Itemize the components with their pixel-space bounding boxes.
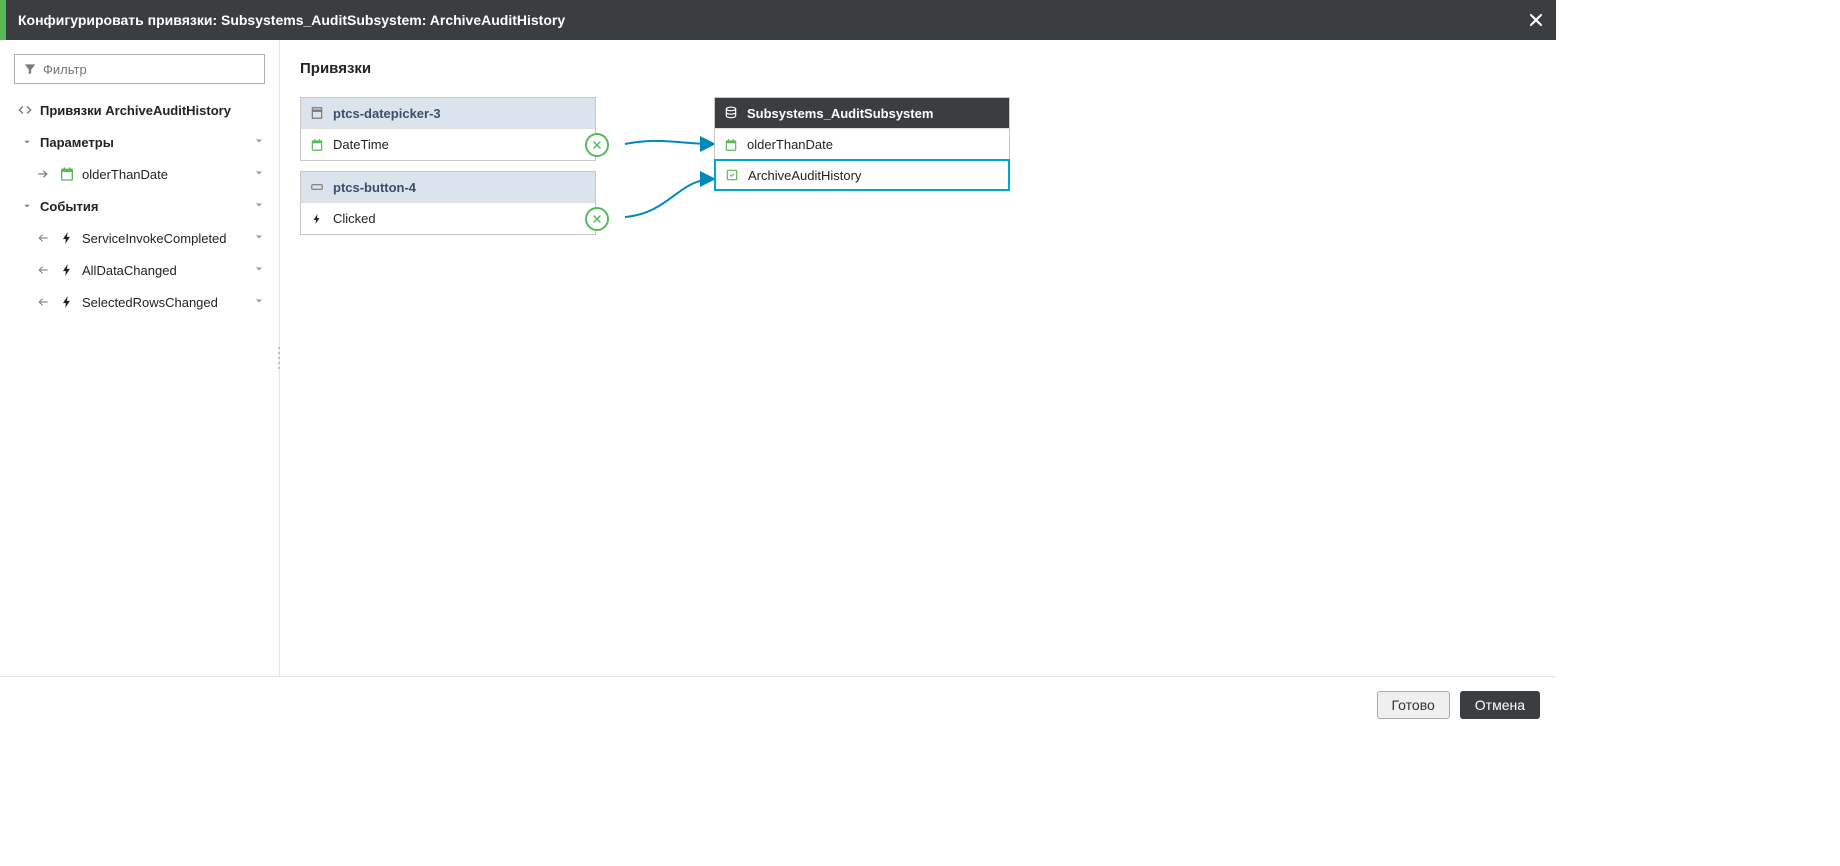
lightning-icon <box>58 231 76 245</box>
node-header[interactable]: ptcs-datepicker-3 <box>301 98 595 128</box>
section-events-label: События <box>40 199 247 214</box>
node-title: ptcs-datepicker-3 <box>333 106 441 121</box>
caret-icon[interactable] <box>253 167 269 182</box>
tree-section-events[interactable]: События <box>0 190 279 222</box>
node-button[interactable]: ptcs-button-4 Clicked <box>300 171 596 235</box>
button-icon <box>309 179 325 195</box>
bindings-tree: Привязки ArchiveAuditHistory Параметры o… <box>0 94 279 318</box>
tree-section-params[interactable]: Параметры <box>0 126 279 158</box>
tree-item-selectedrowschanged[interactable]: SelectedRowsChanged <box>0 286 279 318</box>
lightning-icon <box>58 263 76 277</box>
port-datetime[interactable]: DateTime <box>301 128 595 160</box>
tree-root[interactable]: Привязки ArchiveAuditHistory <box>0 94 279 126</box>
dialog-footer: Готово Отмена <box>0 677 1556 733</box>
port-olderthandate[interactable]: olderThanDate <box>715 128 1009 160</box>
remove-binding-button[interactable] <box>585 133 609 157</box>
arrow-left-icon <box>34 231 52 245</box>
canvas-title: Привязки <box>300 60 1536 77</box>
node-datepicker[interactable]: ptcs-datepicker-3 DateTime <box>300 97 596 161</box>
caret-icon[interactable] <box>253 231 269 246</box>
calendar-icon <box>58 166 76 182</box>
arrow-left-icon <box>34 295 52 309</box>
canvas: Привязки pt <box>280 40 1556 676</box>
tree-root-label: Привязки ArchiveAuditHistory <box>40 103 269 118</box>
param-label: olderThanDate <box>82 167 247 182</box>
diagram: ptcs-datepicker-3 DateTime ptcs-butto <box>300 97 1100 357</box>
port-label: olderThanDate <box>747 137 833 152</box>
port-clicked[interactable]: Clicked <box>301 202 595 234</box>
code-icon <box>16 102 34 118</box>
calendar-icon <box>309 137 325 153</box>
node-header[interactable]: Subsystems_AuditSubsystem <box>715 98 1009 128</box>
caret-icon[interactable] <box>253 135 269 150</box>
service-icon <box>724 167 740 183</box>
dialog-header: Конфигурировать привязки: Subsystems_Aud… <box>0 0 1556 40</box>
close-button[interactable] <box>1516 0 1556 40</box>
event-label: SelectedRowsChanged <box>82 295 247 310</box>
arrow-right-icon <box>34 167 52 181</box>
caret-icon[interactable] <box>253 295 269 310</box>
arrow-left-icon <box>34 263 52 277</box>
event-label: ServiceInvokeCompleted <box>82 231 247 246</box>
node-header[interactable]: ptcs-button-4 <box>301 172 595 202</box>
widget-icon <box>309 105 325 121</box>
port-label: ArchiveAuditHistory <box>748 168 861 183</box>
node-title: Subsystems_AuditSubsystem <box>747 106 933 121</box>
chevron-down-icon <box>20 137 34 147</box>
event-label: AllDataChanged <box>82 263 247 278</box>
sidebar: Привязки ArchiveAuditHistory Параметры o… <box>0 40 280 676</box>
port-label: Clicked <box>333 211 376 226</box>
port-archiveaudithistory[interactable]: ArchiveAuditHistory <box>714 159 1010 191</box>
funnel-icon <box>23 62 37 76</box>
section-params-label: Параметры <box>40 135 247 150</box>
tree-item-olderthandate[interactable]: olderThanDate <box>0 158 279 190</box>
port-label: DateTime <box>333 137 389 152</box>
node-title: ptcs-button-4 <box>333 180 416 195</box>
caret-icon[interactable] <box>253 199 269 214</box>
tree-item-serviceinvokecompleted[interactable]: ServiceInvokeCompleted <box>0 222 279 254</box>
caret-icon[interactable] <box>253 263 269 278</box>
database-icon <box>723 105 739 121</box>
lightning-icon <box>309 211 325 227</box>
cancel-button[interactable]: Отмена <box>1460 691 1540 719</box>
lightning-icon <box>58 295 76 309</box>
filter-box[interactable] <box>14 54 265 84</box>
dialog-title: Конфигурировать привязки: Subsystems_Aud… <box>6 12 1516 28</box>
node-subsystem[interactable]: Subsystems_AuditSubsystem olderThanDate … <box>714 97 1010 191</box>
chevron-down-icon <box>20 201 34 211</box>
calendar-icon <box>723 137 739 153</box>
filter-input[interactable] <box>43 62 256 77</box>
x-icon <box>591 139 603 151</box>
tree-item-alldatachanged[interactable]: AllDataChanged <box>0 254 279 286</box>
remove-binding-button[interactable] <box>585 207 609 231</box>
x-icon <box>591 213 603 225</box>
close-icon <box>1526 10 1546 30</box>
done-button[interactable]: Готово <box>1377 691 1450 719</box>
